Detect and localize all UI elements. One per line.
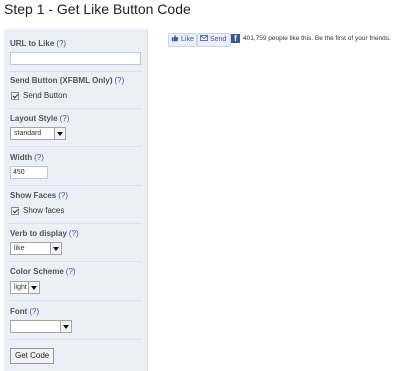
send-button-checkbox-label: Send Button	[23, 91, 68, 100]
chevron-down-icon	[50, 243, 61, 254]
get-code-button[interactable]: Get Code	[10, 348, 55, 364]
layout-style-select[interactable]: standard	[10, 127, 66, 140]
facebook-logo-icon: f	[231, 34, 240, 43]
show-faces-checkbox[interactable]	[11, 207, 19, 215]
color-scheme-select[interactable]: light	[10, 281, 40, 294]
like-button[interactable]: Like	[168, 33, 197, 47]
show-faces-label: Show Faces (?)	[10, 191, 69, 200]
divider	[9, 300, 142, 301]
divider	[9, 223, 142, 224]
divider	[9, 185, 142, 186]
verb-select[interactable]: like	[10, 242, 62, 255]
show-faces-checkbox-label: Show faces	[23, 206, 65, 215]
chevron-down-icon	[54, 128, 65, 139]
send-button-checkbox[interactable]	[11, 92, 19, 100]
divider	[9, 71, 142, 72]
color-scheme-help-link[interactable]: (?)	[66, 267, 76, 276]
verb-label: Verb to display (?)	[10, 229, 79, 238]
chevron-down-icon	[60, 321, 71, 332]
url-label: URL to Like (?)	[10, 39, 67, 48]
width-input[interactable]: 450	[10, 166, 48, 179]
url-input[interactable]	[10, 52, 141, 65]
layout-style-label: Layout Style (?)	[10, 114, 70, 123]
verb-help-link[interactable]: (?)	[69, 229, 79, 238]
font-help-link[interactable]: (?)	[29, 307, 39, 316]
like-button-label: Like	[181, 36, 194, 43]
width-label: Width (?)	[10, 153, 44, 162]
divider	[9, 146, 142, 147]
verb-value: like	[14, 245, 25, 252]
color-scheme-value: light	[14, 284, 27, 291]
divider	[9, 261, 142, 262]
url-help-link[interactable]: (?)	[56, 39, 66, 48]
send-button-label: Send	[210, 36, 227, 43]
color-scheme-label: Color Scheme (?)	[10, 267, 76, 276]
page-title: Step 1 - Get Like Button Code	[4, 1, 191, 17]
divider	[9, 108, 142, 109]
send-button-help-link[interactable]: (?)	[115, 76, 125, 85]
send-button-label: Send Button (XFBML Only) (?)	[10, 76, 125, 85]
send-envelope-icon	[200, 35, 208, 41]
chevron-down-icon	[28, 282, 39, 293]
font-select[interactable]	[10, 320, 72, 333]
send-button[interactable]: Send	[197, 33, 231, 47]
thumbs-up-icon	[171, 35, 179, 42]
settings-panel: URL to Like (?) Send Button (XFBML Only)(…	[4, 29, 148, 371]
width-help-link[interactable]: (?)	[34, 153, 44, 162]
show-faces-help-link[interactable]: (?)	[58, 191, 68, 200]
social-context-text: 401,759 people like this. Be the first o…	[243, 35, 391, 42]
layout-style-value: standard	[14, 130, 42, 137]
divider	[9, 339, 142, 340]
font-label: Font (?)	[10, 307, 40, 316]
layout-style-help-link[interactable]: (?)	[60, 114, 70, 123]
